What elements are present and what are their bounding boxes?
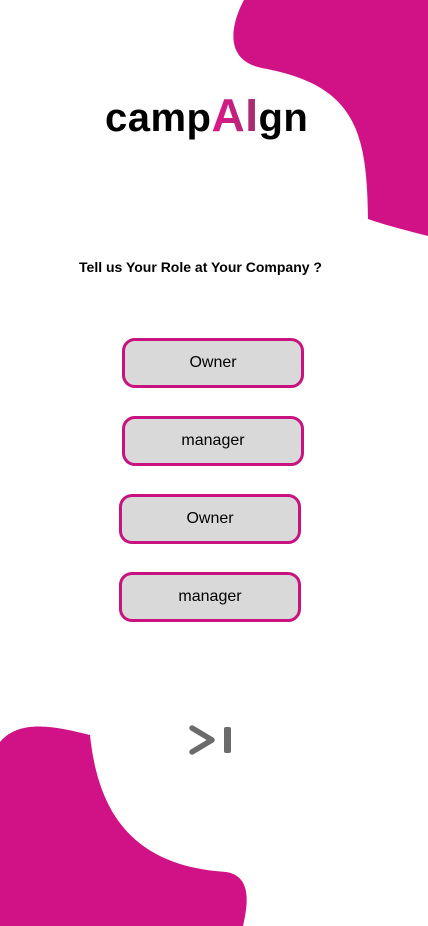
- logo-ai-highlight: AI: [211, 89, 259, 141]
- logo-suffix: gn: [258, 96, 309, 140]
- role-selection-screen: camp AI gn Tell us Your Role at Your Compa…: [0, 0, 428, 926]
- role-question: Tell us Your Role at Your Company ?: [79, 259, 322, 275]
- skip-next-icon: [189, 725, 231, 755]
- role-option-manager[interactable]: manager: [122, 416, 304, 466]
- logo-prefix: camp: [105, 96, 212, 140]
- role-option-manager-2[interactable]: manager: [119, 572, 301, 622]
- skip-next-button[interactable]: [188, 724, 236, 756]
- role-option-owner[interactable]: Owner: [122, 338, 304, 388]
- app-logo: camp AI gn: [105, 86, 308, 138]
- role-option-owner-2[interactable]: Owner: [119, 494, 301, 544]
